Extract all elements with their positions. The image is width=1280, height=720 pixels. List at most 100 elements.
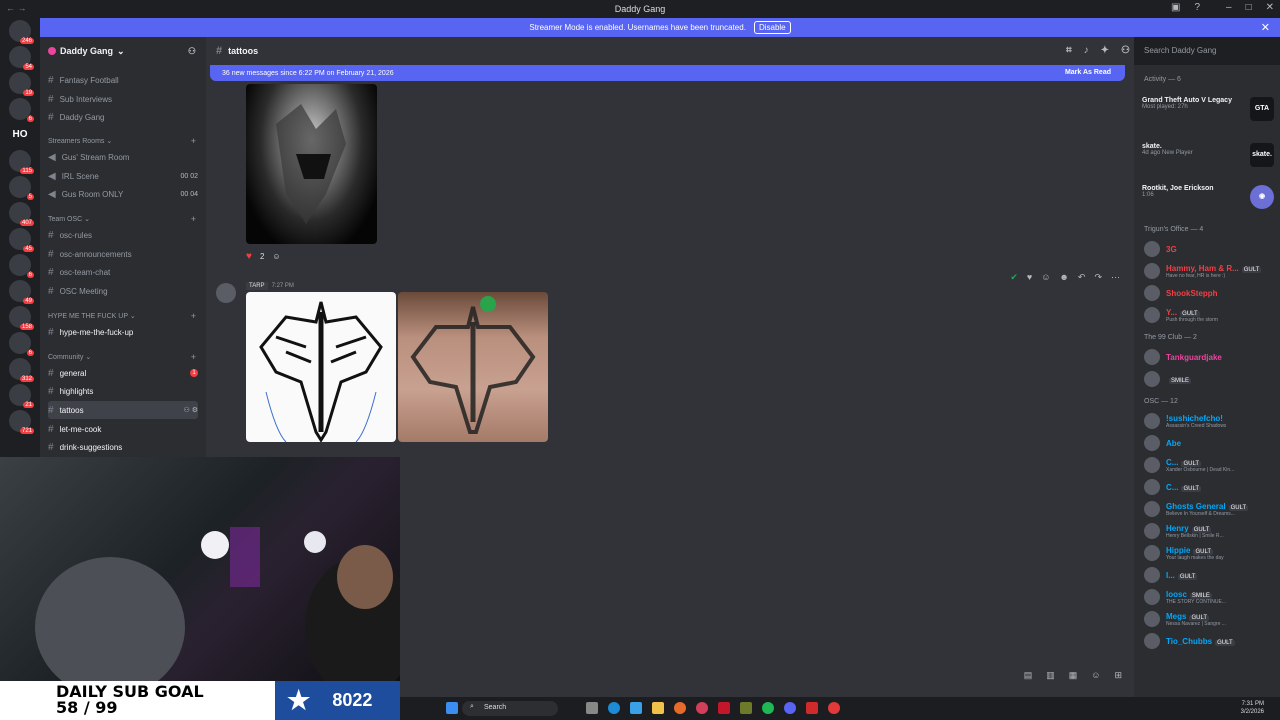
search-input[interactable]: Search Daddy Gang <box>1140 43 1274 59</box>
member-item[interactable]: SMILE <box>1144 368 1274 390</box>
sticker-icon[interactable]: ▦ <box>1069 670 1078 681</box>
server-header[interactable]: Daddy Gang ⌄ ⚇ <box>40 37 206 65</box>
inbox-icon[interactable]: ▣ <box>1171 2 1180 13</box>
server-icon[interactable]: 246 <box>9 20 34 44</box>
server-icon[interactable]: 45 <box>9 228 34 252</box>
server-icon[interactable]: 407 <box>9 202 34 226</box>
more-icon[interactable]: ⋯ <box>1111 272 1120 283</box>
help-icon[interactable]: ? <box>1194 2 1200 13</box>
channel-item[interactable]: # Sub Interviews <box>48 90 198 108</box>
server-icon[interactable]: 721 <box>9 410 34 434</box>
server-icon[interactable]: 6 <box>9 98 34 122</box>
member-item[interactable]: Abe <box>1144 432 1274 454</box>
app-icon[interactable] <box>696 702 708 714</box>
maximize-icon[interactable]: □ <box>1246 2 1252 13</box>
activity-card[interactable]: Grand Theft Auto V Legacy Most played: 2… <box>1142 97 1276 121</box>
server-icon[interactable]: 312 <box>9 358 34 382</box>
activity-card[interactable]: skate. 4d ago New Player skate. <box>1142 143 1276 167</box>
channel-item[interactable]: # hype-me-the-fuck-up <box>48 323 198 341</box>
edge-icon[interactable] <box>608 702 620 714</box>
add-channel-icon[interactable]: + <box>191 352 196 362</box>
add-member-icon[interactable]: ⚇ <box>188 46 196 57</box>
back-forward-arrows[interactable]: ← → <box>6 3 27 13</box>
channel-item-general[interactable]: # general 1 <box>48 364 198 382</box>
taskbar-search[interactable]: ⌕ Search <box>462 701 558 716</box>
reply-icon[interactable]: ↶ <box>1078 272 1086 283</box>
member-item[interactable]: C... GULT Xander Osbourne | Dead Kin... <box>1144 454 1274 476</box>
member-item[interactable]: !sushichefcho! Assassin's Creed Shadows <box>1144 410 1274 432</box>
apps-icon[interactable]: ⊞ <box>1114 670 1122 681</box>
app-icon[interactable] <box>828 702 840 714</box>
server-icon[interactable]: 6 <box>9 254 34 278</box>
heart-reaction-icon[interactable]: ♥ <box>246 251 252 262</box>
voice-channel-item[interactable]: ◀ IRL Scene 00 02 <box>48 167 198 185</box>
server-icon[interactable]: 115 <box>9 150 34 174</box>
back-tattoo-photo[interactable] <box>398 292 548 442</box>
member-item[interactable]: Hammy, Ham & R... GULT Have no fear, HR is… <box>1144 260 1274 282</box>
task-view-icon[interactable] <box>586 702 598 714</box>
file-explorer-icon[interactable] <box>652 702 664 714</box>
member-item[interactable]: Y... GULT Push through the storm <box>1144 304 1274 326</box>
copilot-icon[interactable] <box>630 702 642 714</box>
add-channel-icon[interactable]: + <box>191 136 196 146</box>
check-reaction-icon[interactable]: ✔ <box>1010 272 1018 283</box>
channel-item[interactable]: # Fantasy Football <box>48 71 198 89</box>
emoji-icon[interactable]: ☺ <box>1091 670 1100 681</box>
windows-start-icon[interactable] <box>446 702 458 714</box>
member-item[interactable]: Tankguardjake <box>1144 346 1274 368</box>
member-item[interactable]: Megs GULT Nessa Navarez | Sangre ... <box>1144 608 1274 630</box>
firefox-icon[interactable] <box>674 702 686 714</box>
member-item[interactable]: ShookStepph <box>1144 282 1274 304</box>
server-icon[interactable]: 158 <box>9 306 34 330</box>
close-window-icon[interactable]: ✕ <box>1266 2 1274 13</box>
add-reaction-icon[interactable]: ☺ <box>272 252 280 261</box>
channel-item-tattoos[interactable]: # tattoos ⚇ ⚙ <box>48 401 198 419</box>
channel-settings-icon[interactable]: ⚇ ⚙ <box>184 406 199 414</box>
gif-icon[interactable]: ▥ <box>1046 670 1055 681</box>
heart-icon[interactable]: ♥ <box>1027 272 1032 283</box>
app-icon[interactable] <box>740 702 752 714</box>
member-item[interactable]: C... GULT <box>1144 476 1274 498</box>
acrobat-icon[interactable] <box>718 702 730 714</box>
spotify-icon[interactable] <box>762 702 774 714</box>
member-item[interactable]: Henry GULT Henry Bellskin | Smile R... <box>1144 520 1274 542</box>
server-icon[interactable]: HO <box>9 124 31 146</box>
voice-channel-item[interactable]: ◀ Gus' Stream Room <box>48 148 198 166</box>
server-icon[interactable]: 49 <box>9 280 34 304</box>
forward-icon[interactable]: ↷ <box>1094 272 1102 283</box>
notification-bell-icon[interactable]: ♪ <box>1084 45 1089 56</box>
category-hype[interactable]: HYPE ME THE FUCK UP ⌄ + <box>48 311 198 321</box>
category-team-osc[interactable]: Team OSC ⌄ + <box>48 214 198 224</box>
member-item[interactable]: Ghosts General GULT Believe In Yourself & … <box>1144 498 1274 520</box>
server-icon[interactable]: 6 <box>9 332 34 356</box>
mark-as-read-button[interactable]: Mark As Read <box>1065 69 1111 76</box>
app-icon[interactable] <box>806 702 818 714</box>
member-list-icon[interactable]: ⚇ <box>1121 45 1130 56</box>
category-streamers[interactable]: Streamers Rooms ⌄ + <box>48 136 198 146</box>
channel-item[interactable]: # osc-announcements <box>48 245 198 263</box>
wing-tattoo-sketch-image[interactable] <box>246 292 396 442</box>
channel-item[interactable]: # OSC Meeting <box>48 282 198 300</box>
channel-item[interactable]: # osc-rules <box>48 226 198 244</box>
discord-icon[interactable] <box>784 702 796 714</box>
threads-icon[interactable]: ⌗ <box>1066 45 1072 56</box>
add-reaction-icon[interactable]: ☻ <box>1059 272 1068 283</box>
server-icon[interactable]: 5 <box>9 176 34 200</box>
system-clock[interactable]: 7:31 PM 3/2/2026 <box>1241 700 1264 716</box>
wolf-tattoo-image[interactable] <box>246 84 377 244</box>
voice-channel-item[interactable]: ◀ Gus Room ONLY 00 04 <box>48 185 198 203</box>
member-item[interactable]: Hippie GULT Your laugh makes the day <box>1144 542 1274 564</box>
disable-button[interactable]: Disable <box>753 21 791 34</box>
category-community[interactable]: Community ⌄ + <box>48 352 198 362</box>
pin-icon[interactable]: ✦ <box>1101 45 1109 56</box>
new-messages-bar[interactable]: 36 new messages since 6:22 PM on Februar… <box>210 65 1125 81</box>
channel-item[interactable]: # drink-suggestions <box>48 438 198 456</box>
member-item[interactable]: loosc SMILE THE STORY CONTINUE... <box>1144 586 1274 608</box>
add-channel-icon[interactable]: + <box>191 311 196 321</box>
server-icon[interactable]: 54 <box>9 46 34 70</box>
minimize-icon[interactable]: – <box>1226 2 1232 13</box>
server-icon[interactable]: 21 <box>9 384 34 408</box>
add-channel-icon[interactable]: + <box>191 214 196 224</box>
channel-item[interactable]: # highlights <box>48 382 198 400</box>
channel-item[interactable]: # Daddy Gang <box>48 108 198 126</box>
